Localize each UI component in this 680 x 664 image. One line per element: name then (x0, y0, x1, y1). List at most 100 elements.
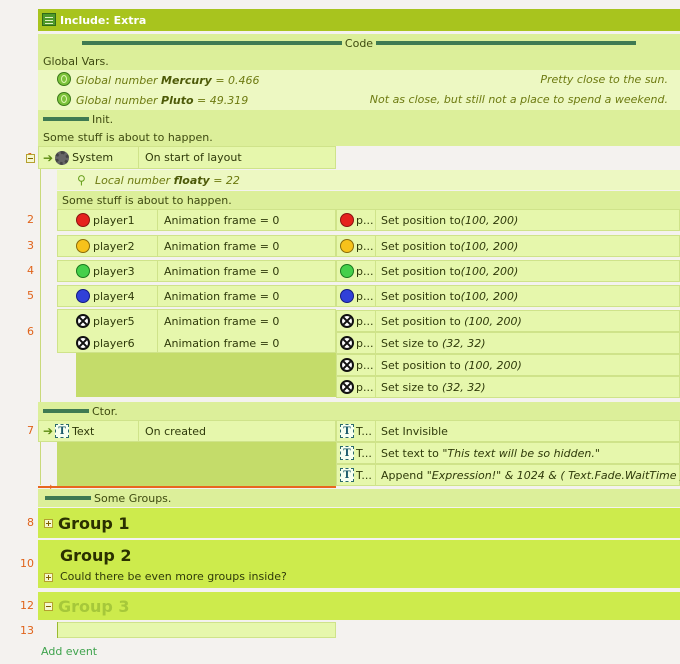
init-comment[interactable]: Init. (38, 110, 680, 128)
event-6-conditions[interactable]: player5 Animation frame = 0 player6 Anim… (57, 309, 336, 354)
condition-row[interactable]: player5 Animation frame = 0 (58, 310, 335, 332)
condition-object: player5 (93, 314, 135, 328)
collapse-toggle[interactable] (26, 154, 35, 163)
global-vars-comment[interactable]: Global Vars. (38, 52, 680, 70)
text-object-icon: T (55, 424, 70, 438)
action-row[interactable]: T T... Set text to "This text will be so h… (336, 442, 680, 464)
action-row[interactable]: p... Set size to (32, 32) (336, 332, 680, 354)
text-object-icon: T (340, 424, 354, 438)
expand-toggle[interactable] (44, 518, 53, 528)
sub-comment[interactable]: Some stuff is about to happen. (57, 191, 680, 209)
condition-text: Animation frame = 0 (157, 332, 337, 354)
action-object: p... (356, 264, 374, 278)
missing-sprite-icon (340, 358, 354, 372)
condition-object: player4 (93, 289, 135, 303)
action-object: T... (356, 424, 372, 438)
global-variable-icon (57, 72, 71, 86)
expand-toggle[interactable] (44, 573, 53, 582)
action-row[interactable]: T T... Set Invisible (336, 420, 680, 442)
action-text: Set text to (381, 446, 443, 460)
event-number: 4 (27, 264, 34, 277)
action-object: p... (356, 336, 374, 350)
init-label: Init. (92, 112, 114, 126)
var-name: Mercury (161, 73, 212, 87)
action-value: (100, 200) (464, 314, 522, 328)
action-value: (100, 200) (460, 264, 519, 278)
var-name: Pluto (161, 93, 194, 107)
event-7-condition[interactable]: ➔ T Text On created (38, 420, 336, 442)
condition-object: player2 (93, 239, 135, 253)
action-value: (32, 32) (441, 380, 486, 394)
local-variable-icon: ⚲ (77, 173, 86, 187)
sub-event-action[interactable]: p... Set position to (100, 200) (336, 260, 680, 282)
condition-text: Animation frame = 0 (157, 210, 337, 230)
action-object: p... (356, 239, 374, 253)
group-title: Group 3 (58, 596, 130, 616)
yellow-sprite-icon (76, 239, 90, 253)
action-text: Set position to (381, 289, 461, 303)
action-value: (100, 200) (460, 213, 519, 227)
var-name: floaty (173, 173, 210, 187)
event-number: 7 (27, 424, 34, 437)
action-value: "Expression!" & 1024 & ( Text.Fade.WaitT… (426, 468, 680, 482)
ctor-comment[interactable]: Ctor. (38, 402, 680, 420)
event-13-condition[interactable] (57, 622, 336, 638)
event-number: 12 (20, 599, 34, 612)
yellow-sprite-icon (340, 239, 354, 253)
action-object: T... (356, 446, 372, 460)
group-title: Group 2 (60, 546, 132, 565)
var-type: Global number (76, 93, 158, 107)
event-number: 3 (27, 239, 34, 252)
condition-text: Animation frame = 0 (157, 286, 337, 306)
group-2[interactable]: Group 2 Could there be even more groups … (38, 540, 680, 588)
divider-bar (81, 41, 342, 45)
condition-text: Animation frame = 0 (157, 236, 337, 256)
include-header[interactable]: Include: Extra (38, 9, 680, 31)
condition-row[interactable]: player6 Animation frame = 0 (58, 332, 335, 354)
action-text: Set position to (381, 314, 465, 328)
init-description-comment[interactable]: Some stuff is about to happen. (38, 128, 680, 146)
global-vars-label: Global Vars. (43, 54, 109, 68)
sub-event-action[interactable]: p... Set position to (100, 200) (336, 285, 680, 307)
sub-event-action[interactable]: p... Set position to (100, 200) (336, 209, 680, 231)
sub-event-condition[interactable]: player2 Animation frame = 0 (57, 235, 336, 257)
event-number: 8 (27, 516, 34, 529)
action-text: Set position to (381, 239, 461, 253)
var-type: Local number (95, 173, 171, 187)
action-object: p... (356, 289, 374, 303)
action-row[interactable]: p... Set position to (100, 200) (336, 310, 680, 332)
action-row[interactable]: p... Set position to (100, 200) (336, 354, 680, 376)
sub-event-action[interactable]: p... Set position to (100, 200) (336, 235, 680, 257)
action-row[interactable]: T T... Append "Expression!" & 1024 & ( Tex… (336, 464, 680, 486)
var-value: = 49.319 (197, 93, 249, 107)
local-var-row[interactable]: ⚲ Local number floaty = 22 (57, 170, 680, 190)
condition-object: player3 (93, 264, 135, 278)
global-var-row[interactable]: Global number Pluto = 49.319 Not as clos… (38, 90, 680, 110)
sub-event-condition[interactable]: player1 Animation frame = 0 (57, 209, 336, 231)
collapse-toggle[interactable] (44, 601, 53, 611)
group-title: Group 1 (58, 513, 130, 533)
condition-text: On start of layout (138, 147, 337, 168)
action-text: Set position to (381, 213, 461, 227)
action-row[interactable]: p... Set size to (32, 32) (336, 376, 680, 398)
condition-object: Text (72, 424, 95, 438)
sub-event-condition[interactable]: player3 Animation frame = 0 (57, 260, 336, 282)
condition-text: Animation frame = 0 (157, 310, 337, 332)
var-comment: Not as close, but still not a place to s… (369, 93, 668, 106)
condition-object: System (72, 151, 114, 164)
action-object: T... (356, 468, 372, 482)
action-value: "This text will be so hidden." (442, 446, 600, 460)
code-section-comment[interactable]: Code (38, 34, 680, 52)
groups-comment-label: Some Groups. (94, 491, 172, 505)
group-1[interactable]: Group 1 (38, 508, 680, 538)
sub-event-condition[interactable]: player4 Animation frame = 0 (57, 285, 336, 307)
add-event-link[interactable]: Add event (41, 645, 97, 658)
groups-comment[interactable]: Some Groups. (38, 489, 680, 507)
trigger-arrow-icon: ➔ (43, 424, 54, 438)
missing-sprite-icon (76, 336, 90, 350)
condition-text: On created (138, 421, 337, 441)
global-var-row[interactable]: Global number Mercury = 0.466 Pretty clo… (38, 70, 680, 90)
event-1-condition[interactable]: ➔ System On start of layout (38, 146, 336, 169)
group-3[interactable]: Group 3 (38, 592, 680, 620)
blue-sprite-icon (340, 289, 354, 303)
